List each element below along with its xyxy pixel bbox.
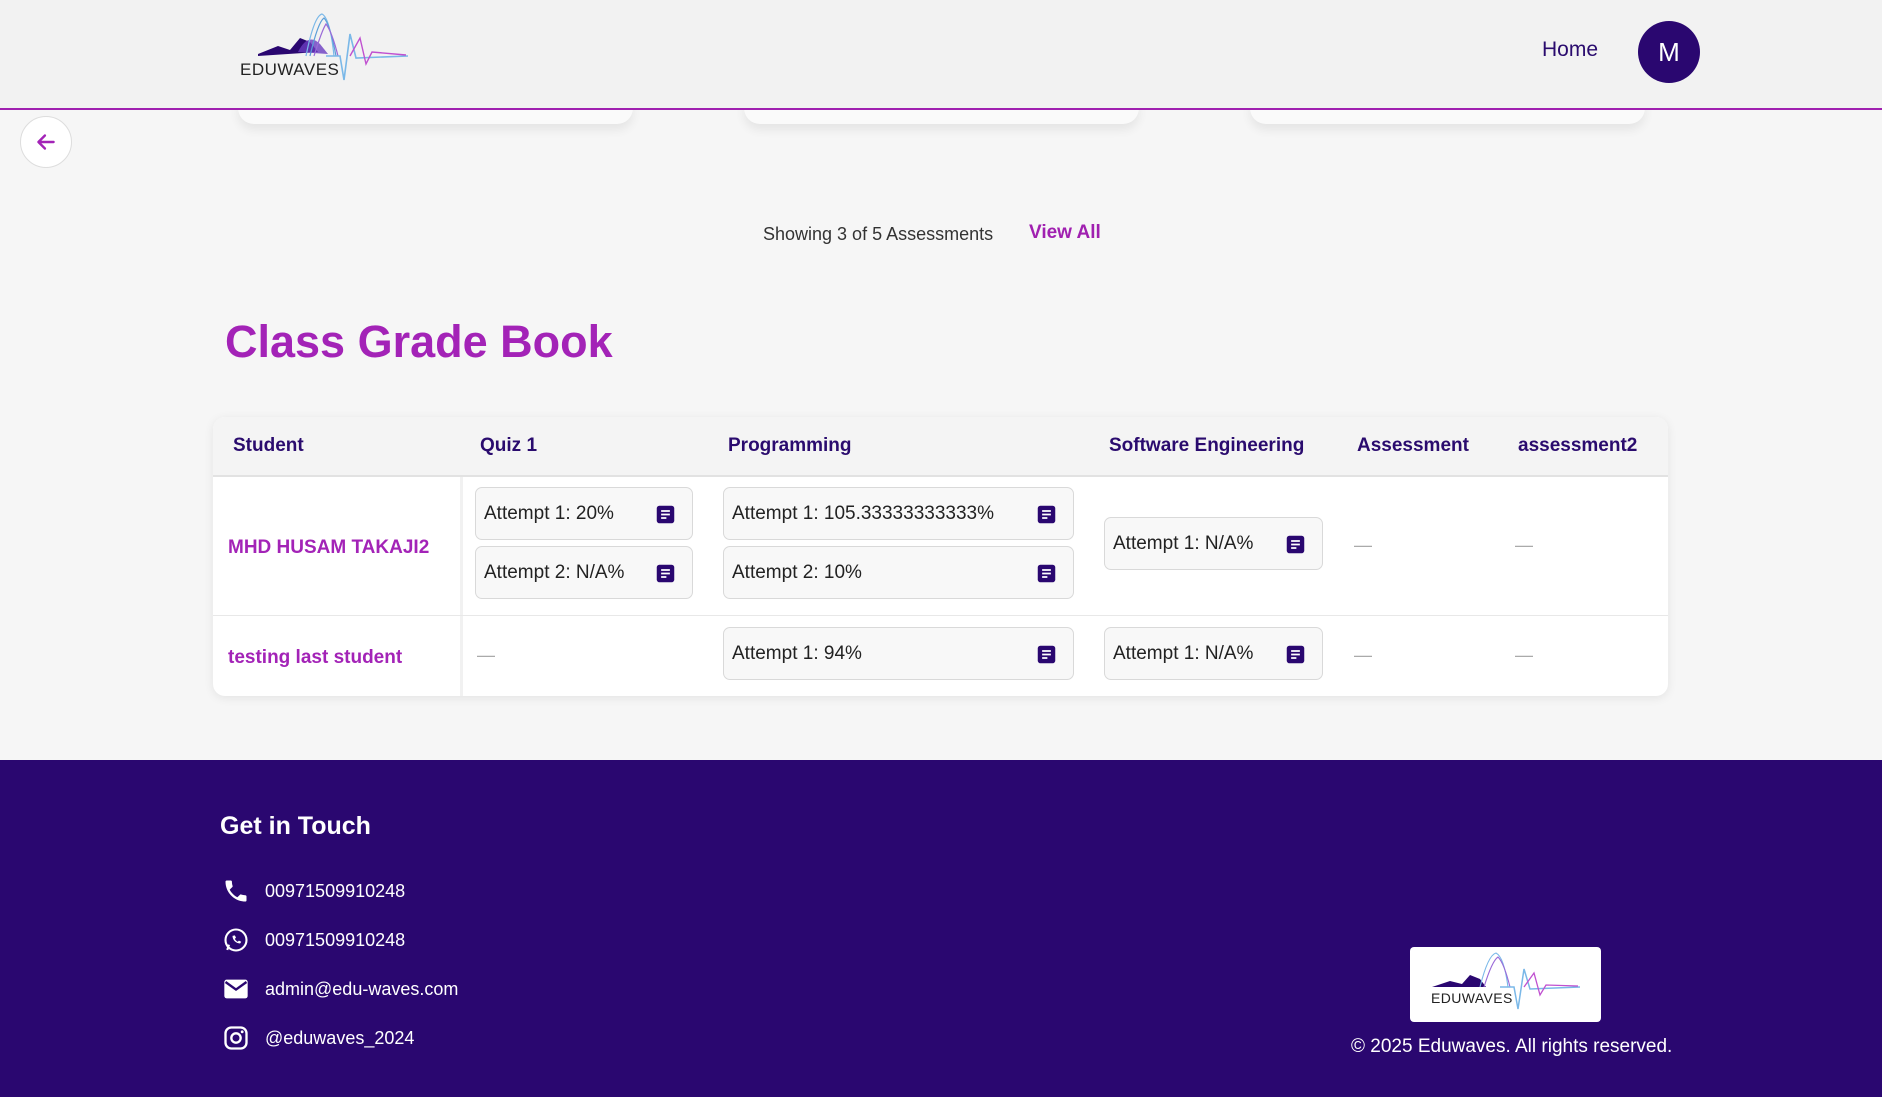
assessments-count-text: Showing 3 of 5 Assessments (763, 224, 994, 244)
grade-chip-label: Attempt 2: N/A% (484, 562, 625, 583)
grade-chip-label: Attempt 2: 10% (732, 562, 862, 583)
footer-whatsapp[interactable]: 00971509910248 (222, 925, 405, 955)
student-name-link[interactable]: testing last student (228, 647, 402, 669)
phone-icon (225, 880, 247, 902)
grade-chip-quiz1-attempt2[interactable]: Attempt 2: N/A% (475, 546, 693, 599)
footer-whatsapp-number: 00971509910248 (265, 929, 406, 950)
grade-chip-label: Attempt 1: 105.33333333333% (732, 503, 994, 524)
column-header-assessment2: assessment2 (1518, 435, 1638, 456)
empty-grade: — (1354, 645, 1372, 665)
document-icon (1286, 535, 1305, 554)
footer-logo-wordmark: EDUWAVES (1431, 990, 1513, 1006)
column-header-quiz1: Quiz 1 (480, 435, 538, 456)
footer-phone-number: 00971509910248 (265, 880, 406, 901)
logo-wordmark: EDUWAVES (240, 60, 340, 79)
page-title: Class Grade Book (225, 316, 613, 367)
whatsapp-icon (224, 928, 248, 952)
back-button[interactable] (20, 116, 72, 168)
top-header: EDUWAVES Home M (0, 0, 1882, 110)
page-footer: Get in Touch 00971509910248 009715099102… (0, 760, 1882, 1097)
nav-home-link[interactable]: Home (1542, 38, 1598, 62)
eduwaves-logo[interactable]: EDUWAVES (238, 12, 409, 88)
gradebook-table: Student Quiz 1 Programming Software Engi… (213, 417, 1668, 696)
wave-logo-icon (1432, 952, 1581, 1010)
empty-grade: — (1515, 645, 1533, 665)
column-header-programming: Programming (728, 435, 852, 456)
column-header-software-engineering: Software Engineering (1109, 435, 1305, 456)
arrow-left-icon (37, 134, 55, 150)
column-divider (460, 477, 463, 696)
row-divider (213, 615, 1668, 616)
footer-title: Get in Touch (220, 812, 371, 840)
empty-grade: — (1515, 535, 1533, 555)
grade-chip-programming-attempt2[interactable]: Attempt 2: 10% (723, 546, 1074, 599)
grade-chip-programming-attempt1[interactable]: Attempt 1: 94% (723, 627, 1074, 680)
document-icon (1286, 645, 1305, 664)
table-header: Student Quiz 1 Programming Software Engi… (213, 417, 1668, 477)
grade-chip-label: Attempt 1: N/A% (1113, 643, 1254, 664)
user-avatar[interactable]: M (1638, 21, 1700, 83)
document-icon (1037, 505, 1056, 524)
student-name-link[interactable]: MHD HUSAM TAKAJI2 (228, 537, 429, 559)
grade-chip-programming-attempt1[interactable]: Attempt 1: 105.33333333333% (723, 487, 1074, 540)
view-all-link[interactable]: View All (1029, 222, 1101, 244)
column-header-student: Student (233, 435, 304, 456)
document-icon (1037, 564, 1056, 583)
grade-chip-label: Attempt 1: N/A% (1113, 533, 1254, 554)
footer-phone[interactable]: 00971509910248 (222, 876, 405, 906)
grade-chip-quiz1-attempt1[interactable]: Attempt 1: 20% (475, 487, 693, 540)
column-header-assessment: Assessment (1357, 435, 1469, 456)
instagram-icon (224, 1026, 248, 1050)
grade-chip-software-engineering-attempt1[interactable]: Attempt 1: N/A% (1104, 627, 1323, 680)
footer-email-address: admin@edu-waves.com (265, 978, 459, 999)
empty-grade: — (477, 645, 495, 665)
footer-instagram[interactable]: @eduwaves_2024 (222, 1023, 414, 1053)
footer-email[interactable]: admin@edu-waves.com (222, 974, 458, 1004)
footer-instagram-handle: @eduwaves_2024 (265, 1027, 415, 1048)
grade-chip-software-engineering-attempt1[interactable]: Attempt 1: N/A% (1104, 517, 1323, 570)
grade-chip-label: Attempt 1: 20% (484, 503, 614, 524)
document-icon (1037, 645, 1056, 664)
mail-icon (224, 979, 248, 999)
empty-grade: — (1354, 535, 1372, 555)
document-icon (656, 505, 675, 524)
document-icon (656, 564, 675, 583)
footer-logo: EDUWAVES (1410, 947, 1601, 1022)
copyright-text: © 2025 Eduwaves. All rights reserved. (1351, 1036, 1673, 1057)
grade-chip-label: Attempt 1: 94% (732, 643, 862, 664)
